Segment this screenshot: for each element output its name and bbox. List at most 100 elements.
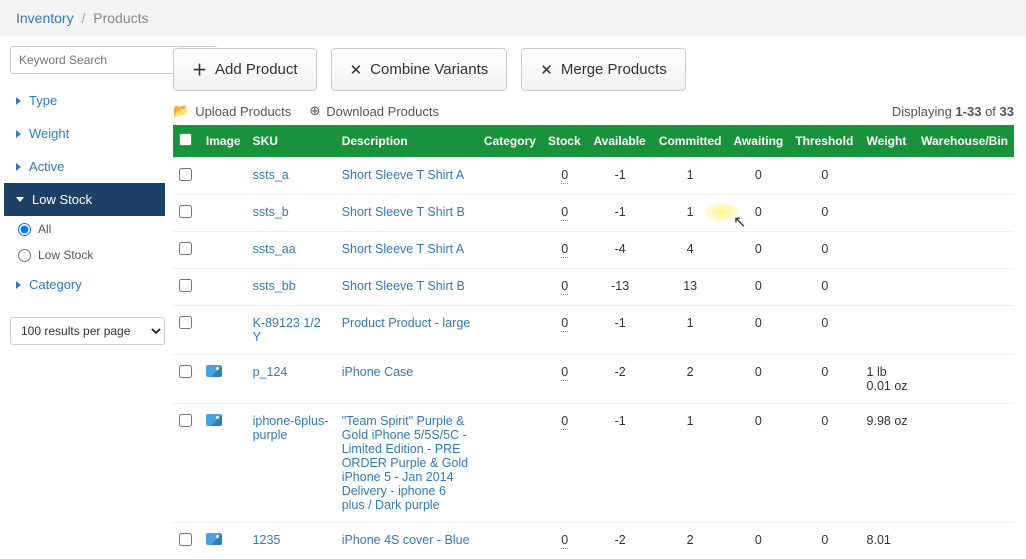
threshold-value: 0 (789, 523, 860, 559)
photo-icon (206, 365, 222, 377)
radio-all[interactable]: All (4, 216, 165, 242)
stock-value[interactable]: 0 (561, 205, 568, 221)
col-awaiting[interactable]: Awaiting (727, 125, 789, 158)
merge-products-button[interactable]: ✕ Merge Products (521, 48, 685, 91)
button-label: Merge Products (561, 61, 667, 78)
table-row: ssts_aShort Sleeve T Shirt A0-1100 (173, 158, 1014, 195)
combine-variants-button[interactable]: ✕Combine Variants (331, 48, 508, 91)
breadcrumb-products: Products (93, 10, 148, 26)
search-input[interactable] (10, 46, 183, 74)
stock-value[interactable]: 0 (561, 365, 568, 381)
caret-right-icon (16, 281, 21, 289)
threshold-value: 0 (789, 269, 860, 306)
committed-value: 1 (653, 404, 728, 523)
committed-value: 1 (653, 158, 728, 195)
description-link[interactable]: Short Sleeve T Shirt A (336, 158, 478, 195)
displaying-prefix: Displaying (892, 104, 956, 119)
description-link[interactable]: "Team Spirit" Purple & Gold iPhone 5/5S/… (336, 404, 478, 523)
awaiting-value: 0 (727, 269, 789, 306)
col-sku[interactable]: SKU (247, 125, 336, 158)
results-per-page-select[interactable]: 100 results per page (10, 317, 165, 345)
description-link[interactable]: iPhone 4S cover - Blue (336, 523, 478, 559)
sku-link[interactable]: ssts_b (247, 195, 336, 232)
row-checkbox[interactable] (179, 279, 192, 292)
sku-link[interactable]: K-89123 1/2 Y (247, 306, 336, 355)
description-link[interactable]: Short Sleeve T Shirt B (336, 195, 478, 232)
table-row: ssts_bbShort Sleeve T Shirt B0-131300 (173, 269, 1014, 306)
col-threshold[interactable]: Threshold (789, 125, 860, 158)
weight-value: 8.01 (861, 523, 916, 559)
row-checkbox[interactable] (179, 205, 192, 218)
weight-value (861, 269, 916, 306)
stock-value[interactable]: 0 (561, 279, 568, 295)
stock-value[interactable]: 0 (561, 242, 568, 258)
col-stock[interactable]: Stock (542, 125, 588, 158)
button-label: Add Product (215, 61, 298, 78)
radio-all-input[interactable] (18, 223, 31, 236)
filter-weight[interactable]: Weight (4, 117, 165, 150)
col-description[interactable]: Description (336, 125, 478, 158)
col-committed[interactable]: Committed (653, 125, 728, 158)
select-all-checkbox[interactable] (179, 133, 192, 146)
committed-value: 1 (653, 195, 728, 232)
description-link[interactable]: Short Sleeve T Shirt A (336, 232, 478, 269)
description-link[interactable]: Short Sleeve T Shirt B (336, 269, 478, 306)
threshold-value: 0 (789, 306, 860, 355)
stock-value[interactable]: 0 (561, 533, 568, 549)
row-checkbox[interactable] (179, 365, 192, 378)
sku-link[interactable]: ssts_a (247, 158, 336, 195)
awaiting-value: 0 (727, 195, 789, 232)
row-checkbox[interactable] (179, 414, 192, 427)
description-link[interactable]: iPhone Case (336, 355, 478, 404)
table-row: K-89123 1/2 YProduct Product - large0-11… (173, 306, 1014, 355)
stock-value[interactable]: 0 (561, 168, 568, 184)
row-checkbox[interactable] (179, 242, 192, 255)
row-checkbox[interactable] (179, 533, 192, 546)
col-warehouse[interactable]: Warehouse/Bin (915, 125, 1014, 158)
col-available[interactable]: Available (587, 125, 652, 158)
available-value: -4 (587, 232, 652, 269)
col-image[interactable]: Image (200, 125, 247, 158)
row-checkbox[interactable] (179, 168, 192, 181)
compress-icon: ✕ (540, 61, 553, 79)
filter-type[interactable]: Type (4, 84, 165, 117)
filter-low-stock[interactable]: Low Stock (4, 183, 165, 216)
products-table: Image SKU Description Category Stock Ava… (173, 125, 1014, 559)
filter-active[interactable]: Active (4, 150, 165, 183)
sku-link[interactable]: 1235 (247, 523, 336, 559)
description-link[interactable]: Product Product - large (336, 306, 478, 355)
threshold-value: 0 (789, 232, 860, 269)
sku-link[interactable]: ssts_aa (247, 232, 336, 269)
threshold-value: 0 (789, 404, 860, 523)
radio-low-stock[interactable]: Low Stock (4, 242, 165, 268)
download-products-link[interactable]: ⊕Download Products (309, 103, 439, 119)
link-label: Upload Products (195, 104, 291, 119)
threshold-value: 0 (789, 195, 860, 232)
col-category[interactable]: Category (478, 125, 542, 158)
radio-label: All (38, 222, 51, 236)
stock-value[interactable]: 0 (561, 414, 568, 430)
displaying-mid: of (981, 104, 999, 119)
available-value: -1 (587, 158, 652, 195)
caret-right-icon (16, 163, 21, 171)
weight-value (861, 232, 916, 269)
filter-category[interactable]: Category (4, 268, 165, 301)
upload-products-link[interactable]: 📂Upload Products (173, 103, 291, 119)
sku-link[interactable]: p_124 (247, 355, 336, 404)
sku-link[interactable]: iphone-6plus-purple (247, 404, 336, 523)
displaying-total: 33 (1000, 104, 1014, 119)
breadcrumb-inventory[interactable]: Inventory (16, 10, 74, 26)
button-label: Combine Variants (370, 61, 488, 78)
committed-value: 2 (653, 355, 728, 404)
add-product-button[interactable]: ＋Add Product (173, 48, 317, 91)
sku-link[interactable]: ssts_bb (247, 269, 336, 306)
row-checkbox[interactable] (179, 316, 192, 329)
committed-value: 2 (653, 523, 728, 559)
available-value: -1 (587, 404, 652, 523)
filter-label: Type (29, 93, 57, 108)
stock-value[interactable]: 0 (561, 316, 568, 332)
col-weight[interactable]: Weight (861, 125, 916, 158)
awaiting-value: 0 (727, 232, 789, 269)
radio-low-stock-input[interactable] (18, 249, 31, 262)
weight-value: 1 lb 0.01 oz (861, 355, 916, 404)
